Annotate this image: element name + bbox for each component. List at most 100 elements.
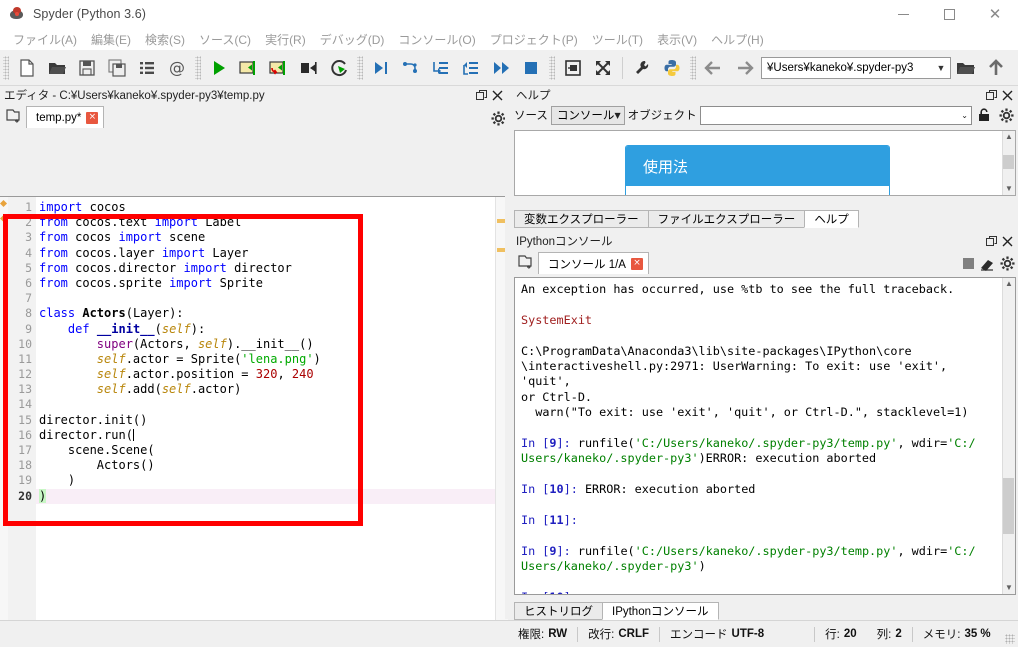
toolbar-grip-2[interactable] — [195, 55, 201, 80]
back-icon[interactable] — [699, 53, 729, 83]
menu-debug[interactable]: デバッグ(D) — [313, 29, 392, 50]
menu-view[interactable]: 表示(V) — [650, 29, 704, 50]
help-source-combo[interactable]: コンソール ▼ — [550, 105, 625, 125]
code-line[interactable]: self.add(self.actor) — [36, 382, 495, 397]
code-line[interactable]: super(Actors, self).__init__() — [36, 337, 495, 352]
editor-source-code[interactable]: import cocos from cocos.text import Label… — [36, 197, 495, 647]
menu-tools[interactable]: ツール(T) — [585, 29, 650, 50]
code-line[interactable]: director.run( — [36, 428, 495, 443]
pythonpath-icon[interactable] — [657, 53, 687, 83]
browse-folder-icon[interactable] — [951, 53, 981, 83]
editor-tab-close-icon[interactable]: × — [86, 111, 99, 124]
code-line[interactable]: from cocos.text import Label — [36, 215, 495, 230]
code-line[interactable]: ) — [36, 473, 495, 488]
tab-file-explorer[interactable]: ファイルエクスプローラー — [647, 210, 806, 228]
code-line[interactable] — [36, 291, 495, 306]
run-icon[interactable] — [204, 53, 234, 83]
stop-debug-icon[interactable] — [516, 53, 546, 83]
debug-icon[interactable] — [366, 53, 396, 83]
forward-icon[interactable] — [729, 53, 759, 83]
scrollbar-thumb[interactable] — [1003, 478, 1014, 534]
scroll-up-icon[interactable]: ▲ — [1005, 278, 1013, 290]
eraser-icon[interactable] — [980, 257, 994, 271]
code-line[interactable]: scene.Scene( — [36, 443, 495, 458]
new-file-icon[interactable] — [12, 53, 42, 83]
working-directory-combo[interactable]: ¥Users¥kaneko¥.spyder-py3 ▼ — [761, 56, 951, 79]
menu-edit[interactable]: 編集(E) — [84, 29, 138, 50]
continue-icon[interactable] — [486, 53, 516, 83]
console-tab-close-icon[interactable]: × — [630, 257, 643, 270]
undock-icon[interactable] — [986, 235, 1002, 247]
run-cell-advance-icon[interactable] — [264, 53, 294, 83]
console-tab-1a[interactable]: コンソール 1/A × — [538, 252, 649, 274]
menu-run[interactable]: 実行(R) — [258, 29, 313, 50]
menu-projects[interactable]: プロジェクト(P) — [483, 29, 585, 50]
code-line[interactable] — [36, 397, 495, 412]
toolbar-grip-4[interactable] — [549, 55, 555, 80]
browse-tabs-icon[interactable] — [512, 250, 538, 274]
save-all-icon[interactable] — [102, 53, 132, 83]
run-selection-icon[interactable] — [294, 53, 324, 83]
vertical-splitter[interactable] — [505, 86, 511, 619]
scroll-down-icon[interactable]: ▼ — [1005, 183, 1013, 195]
menu-file[interactable]: ファイル(A) — [6, 29, 84, 50]
toolbar-grip[interactable] — [3, 55, 9, 80]
editor-code-area[interactable]: 1 2 3 4 5 6 7 8 9 10 11 12 13 14 15 16 17 18 19 20 import c… — [0, 196, 508, 647]
code-line[interactable]: self.actor.position = 320, 240 — [36, 367, 495, 382]
toolbar-grip-3[interactable] — [357, 55, 363, 80]
file-list-icon[interactable] — [132, 53, 162, 83]
close-icon[interactable] — [1002, 236, 1018, 247]
at-sign-icon[interactable]: @ — [162, 53, 192, 83]
code-line[interactable]: from cocos.sprite import Sprite — [36, 276, 495, 291]
lock-icon[interactable] — [975, 108, 993, 122]
tab-history-log[interactable]: ヒストリログ — [514, 602, 603, 620]
code-line[interactable]: ) — [36, 488, 495, 504]
fullscreen-icon[interactable] — [588, 53, 618, 83]
minimize-button[interactable] — [880, 0, 926, 28]
console-options-gear-icon[interactable] — [1000, 256, 1015, 271]
scrollbar-thumb[interactable] — [1003, 155, 1014, 169]
tab-variable-explorer[interactable]: 変数エクスプローラー — [514, 210, 649, 228]
help-options-gear-icon[interactable] — [996, 107, 1016, 123]
close-icon[interactable] — [1002, 90, 1018, 101]
code-line[interactable]: def __init__(self): — [36, 322, 495, 337]
open-file-icon[interactable] — [42, 53, 72, 83]
undock-icon[interactable] — [986, 89, 1002, 101]
scroll-up-icon[interactable]: ▲ — [1005, 131, 1013, 143]
code-line[interactable]: director.init() — [36, 413, 495, 428]
code-line[interactable]: class Actors(Layer): — [36, 306, 495, 321]
run-cell-icon[interactable] — [234, 53, 264, 83]
save-file-icon[interactable] — [72, 53, 102, 83]
step-return-icon[interactable] — [456, 53, 486, 83]
console-vertical-scrollbar[interactable]: ▲ ▼ — [1002, 278, 1015, 594]
editor-options-gear-icon[interactable] — [491, 111, 506, 126]
console-output-area[interactable]: An exception has occurred, use %tb to se… — [514, 277, 1016, 595]
code-line[interactable]: from cocos.layer import Layer — [36, 246, 495, 261]
code-line[interactable]: Actors() — [36, 458, 495, 473]
resize-grip[interactable] — [1005, 634, 1015, 644]
code-line[interactable]: from cocos import scene — [36, 230, 495, 245]
menu-source[interactable]: ソース(C) — [192, 29, 258, 50]
help-object-combo[interactable]: ⌄ — [699, 105, 972, 125]
help-content-area[interactable]: 使用法 ▲ ▼ — [514, 130, 1016, 196]
parent-folder-icon[interactable] — [981, 53, 1011, 83]
maximize-button[interactable] — [926, 0, 972, 28]
menu-console[interactable]: コンソール(O) — [391, 29, 482, 50]
undock-icon[interactable] — [476, 89, 492, 101]
toolbar-grip-5[interactable] — [690, 55, 696, 80]
close-button[interactable]: ✕ — [972, 0, 1018, 28]
code-line[interactable]: from cocos.director import director — [36, 261, 495, 276]
rerun-icon[interactable] — [324, 53, 354, 83]
code-line[interactable]: import cocos — [36, 200, 495, 216]
tab-ipython-console[interactable]: IPythonコンソール — [602, 602, 719, 620]
menu-search[interactable]: 検索(S) — [138, 29, 192, 50]
scroll-down-icon[interactable]: ▼ — [1005, 582, 1013, 594]
tab-help[interactable]: ヘルプ — [804, 210, 859, 228]
step-over-icon[interactable] — [396, 53, 426, 83]
maximize-pane-icon[interactable] — [558, 53, 588, 83]
menu-help[interactable]: ヘルプ(H) — [704, 29, 771, 50]
stop-icon[interactable] — [963, 258, 974, 269]
editor-tab-temp-py[interactable]: temp.py* × — [26, 106, 105, 128]
step-into-icon[interactable] — [426, 53, 456, 83]
code-line[interactable]: self.actor = Sprite('lena.png') — [36, 352, 495, 367]
